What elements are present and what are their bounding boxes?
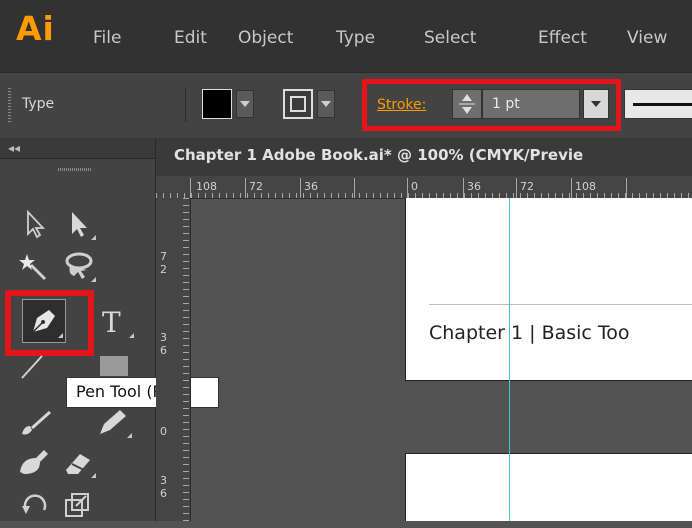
menu-effect[interactable]: Effect (538, 28, 587, 48)
control-bar-grip[interactable] (8, 88, 11, 122)
ruler-label: 72 (520, 180, 534, 193)
pen-tool-button[interactable] (22, 299, 66, 343)
pencil-tool-icon[interactable] (94, 402, 134, 442)
menu-type[interactable]: Type (336, 28, 375, 48)
magic-wand-tool-icon[interactable] (14, 246, 54, 286)
stepper-arrows-icon (459, 94, 475, 114)
tools-panel-grip[interactable] (58, 168, 92, 171)
artboard[interactable] (405, 198, 692, 381)
ruler-label: 36 (467, 180, 481, 193)
rotate-tool-icon[interactable] (16, 484, 56, 524)
ruler-label: 0 (411, 180, 418, 193)
ruler-label: 108 (575, 180, 596, 193)
chevron-down-icon (591, 101, 601, 107)
tooltip-text: Pen Tool (P) (76, 382, 169, 401)
ruler-label: 108 (196, 180, 217, 193)
ruler-label: 72 (249, 180, 263, 193)
stroke-swatch[interactable] (283, 89, 313, 119)
scale-tool-icon[interactable] (58, 484, 98, 524)
variable-width-profile-dropdown[interactable] (624, 89, 692, 119)
horizontal-rule (429, 304, 692, 305)
chevron-down-icon (240, 101, 250, 107)
stroke-square-icon (290, 96, 306, 112)
selection-tool-icon[interactable] (14, 204, 54, 244)
divider (185, 88, 186, 122)
ruler-label: 6 (160, 344, 167, 357)
app-logo: Ai (16, 9, 55, 48)
direct-selection-tool-icon[interactable] (58, 204, 98, 244)
ruler-label: 7 (160, 250, 167, 263)
ruler-label: 2 (160, 263, 167, 276)
menu-view[interactable]: View (627, 28, 667, 48)
type-tool-icon[interactable]: T (96, 302, 136, 342)
fill-swatch[interactable] (202, 89, 232, 119)
tools-panel-header[interactable] (0, 138, 155, 159)
fill-dropdown-button[interactable] (236, 90, 254, 118)
ruler-label: 0 (160, 425, 167, 438)
document-title[interactable]: Chapter 1 Adobe Book.ai* @ 100% (CMYK/Pr… (174, 146, 583, 164)
vertical-guide[interactable] (509, 198, 510, 521)
menu-object[interactable]: Object (238, 28, 293, 48)
menu-file[interactable]: File (93, 28, 121, 48)
stroke-label-link[interactable]: Stroke: (377, 97, 426, 113)
blob-brush-tool-icon[interactable] (16, 442, 56, 482)
artboard-heading-text[interactable]: Chapter 1 | Basic Too (429, 322, 630, 344)
artboard[interactable] (405, 453, 692, 521)
menu-select[interactable]: Select (424, 28, 476, 48)
eraser-tool-icon[interactable] (58, 442, 98, 482)
ruler-minor-ticks (183, 198, 189, 521)
ruler-label: 6 (160, 487, 167, 500)
menu-edit[interactable]: Edit (174, 28, 207, 48)
line-segment-tool-icon[interactable] (14, 344, 54, 384)
stroke-color-dropdown-button[interactable] (317, 90, 335, 118)
ruler-label: 3 (160, 331, 167, 344)
paintbrush-tool-icon[interactable] (16, 402, 56, 442)
stroke-weight-value: 1 pt (492, 96, 520, 112)
collapse-panel-icon[interactable]: ◂◂ (8, 141, 20, 155)
stroke-profile-line-icon (633, 103, 692, 106)
svg-text:T: T (102, 306, 121, 339)
stroke-weight-stepper[interactable] (452, 89, 482, 119)
ruler-label: 3 (160, 474, 167, 487)
ruler-label: 36 (304, 180, 318, 193)
lasso-tool-icon[interactable] (58, 246, 98, 286)
chevron-down-icon (321, 101, 331, 107)
stroke-weight-dropdown-button[interactable] (583, 89, 609, 119)
selection-type-label: Type (22, 96, 55, 112)
